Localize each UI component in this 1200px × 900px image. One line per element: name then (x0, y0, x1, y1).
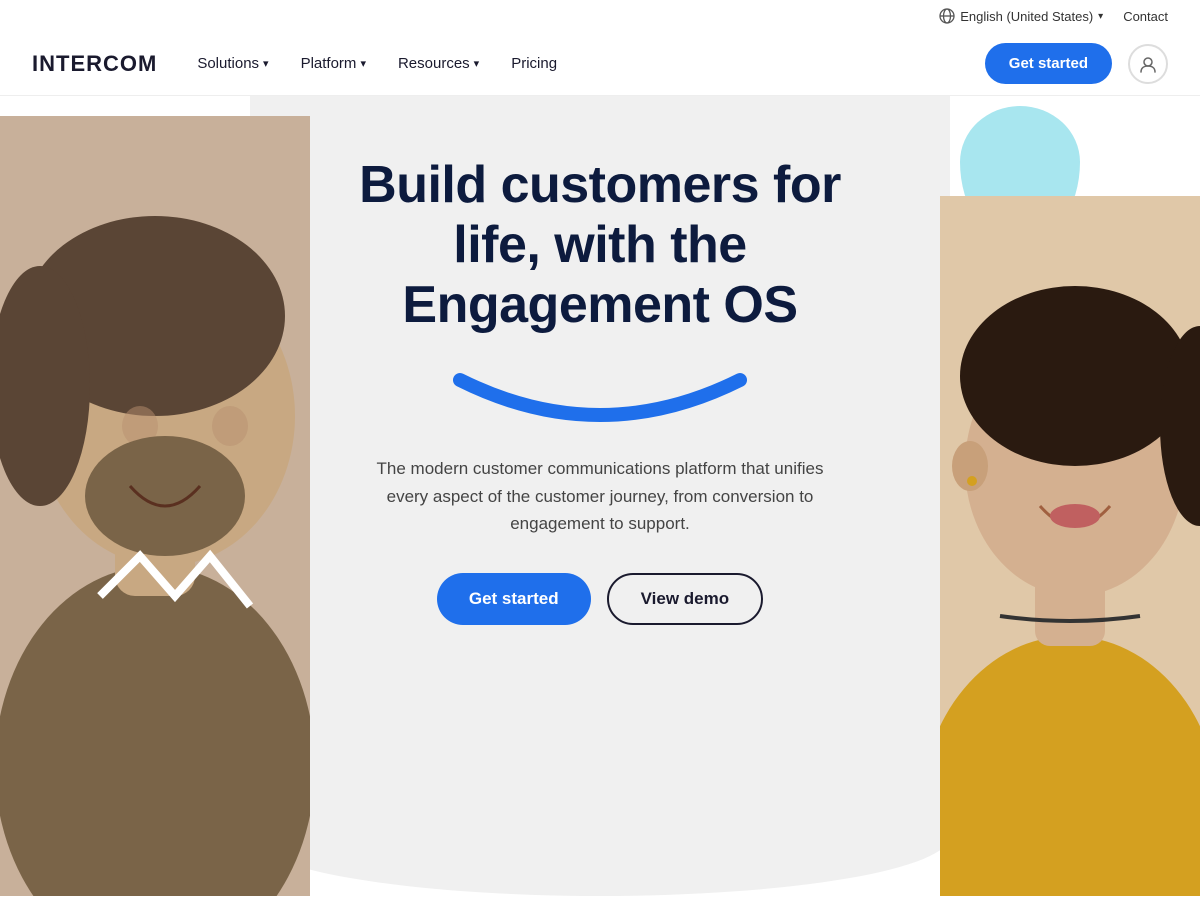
person-left (0, 116, 310, 896)
hero-headline-line1: Build customers for (359, 156, 841, 214)
avatar-button[interactable] (1128, 44, 1168, 84)
get-started-button-nav[interactable]: Get started (985, 43, 1112, 84)
chevron-down-icon: ▾ (474, 57, 480, 70)
nav-platform[interactable]: Platform ▾ (301, 55, 366, 72)
hero-headline-line2: life, with the (453, 216, 746, 274)
globe-icon (939, 8, 955, 24)
get-started-button-hero[interactable]: Get started (437, 573, 591, 625)
person-right (940, 196, 1200, 896)
nav-resources-label: Resources (398, 55, 470, 72)
nav-solutions-label: Solutions (197, 55, 259, 72)
nav-resources[interactable]: Resources ▾ (398, 55, 479, 72)
top-bar: English (United States) ▾ Contact (0, 0, 1200, 32)
hero-section: Build customers for life, with the Engag… (0, 96, 1200, 896)
nav-solutions[interactable]: Solutions ▾ (197, 55, 268, 72)
language-label: English (United States) (960, 9, 1093, 24)
hero-buttons: Get started View demo (437, 573, 763, 625)
chevron-down-icon: ▾ (360, 57, 366, 70)
view-demo-button[interactable]: View demo (607, 573, 764, 625)
hero-headline: Build customers for life, with the Engag… (359, 156, 841, 335)
nav-pricing[interactable]: Pricing (511, 55, 557, 72)
nav-pricing-label: Pricing (511, 55, 557, 72)
chevron-down-icon: ▾ (1098, 11, 1103, 22)
smile-arc-decoration (440, 365, 760, 425)
language-selector[interactable]: English (United States) ▾ (939, 8, 1103, 24)
chevron-down-icon: ▾ (263, 57, 269, 70)
nav-links: Solutions ▾ Platform ▾ Resources ▾ Prici… (197, 55, 984, 72)
hero-headline-line3: Engagement OS (402, 276, 797, 334)
navbar: INTERCOM Solutions ▾ Platform ▾ Resource… (0, 32, 1200, 96)
contact-link[interactable]: Contact (1123, 9, 1168, 24)
hero-content: Build customers for life, with the Engag… (290, 156, 910, 625)
logo[interactable]: INTERCOM (32, 51, 157, 77)
nav-actions: Get started (985, 43, 1168, 84)
nav-platform-label: Platform (301, 55, 357, 72)
hero-subtext: The modern customer communications platf… (370, 455, 830, 537)
